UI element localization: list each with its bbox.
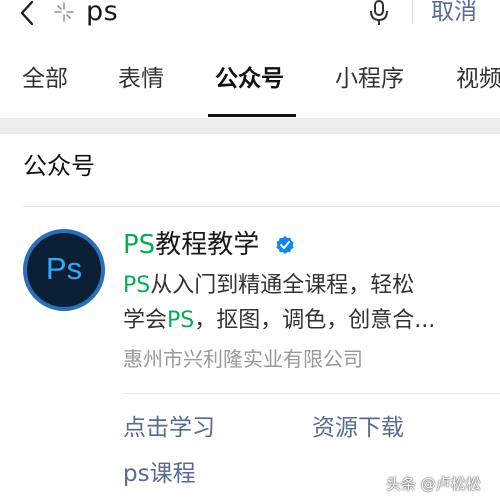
- menu-link-learn[interactable]: 点击学习: [123, 412, 215, 444]
- menu-link-course[interactable]: ps课程: [123, 458, 196, 490]
- tab-bar: 全部 表情 公众号 小程序 视频: [0, 40, 500, 118]
- ps-logo-text: Ps: [45, 251, 83, 286]
- account-name[interactable]: PS教程教学: [123, 228, 259, 262]
- back-icon[interactable]: [16, 0, 38, 28]
- menu-link-download[interactable]: 资源下载: [312, 412, 404, 444]
- description-line-1: PS从入门到精通全课程，轻松: [123, 273, 415, 298]
- watermark: 头条 @卢松松: [386, 475, 481, 493]
- account-company: 惠州市兴利隆实业有限公司: [123, 347, 363, 371]
- mic-icon[interactable]: [368, 0, 390, 26]
- search-divider: [412, 0, 413, 24]
- account-name-rest: 教程教学: [155, 230, 260, 260]
- sparkle-icon: [54, 2, 74, 22]
- card-divider: [123, 393, 500, 394]
- verified-icon: [276, 236, 294, 254]
- section-separator: [0, 118, 500, 134]
- description-line-2: 学会PS，抠图，调色，创意合...: [123, 308, 436, 333]
- account-avatar[interactable]: Ps: [23, 229, 105, 311]
- section-title: 公众号: [23, 152, 95, 180]
- tab-mini-programs[interactable]: 小程序: [335, 64, 404, 94]
- tab-stickers[interactable]: 表情: [118, 64, 164, 94]
- ps-logo-icon: Ps: [27, 233, 101, 307]
- tab-official-accounts[interactable]: 公众号: [215, 64, 284, 94]
- account-name-highlight: PS: [123, 230, 156, 260]
- cancel-button[interactable]: 取消: [431, 0, 477, 30]
- search-input[interactable]: ps: [86, 0, 118, 30]
- tab-videos[interactable]: 视频: [456, 64, 500, 94]
- section-divider: [23, 206, 500, 207]
- account-description: PS从入门到精通全课程，轻松 学会PS，抠图，调色，创意合...: [123, 268, 483, 338]
- tab-all[interactable]: 全部: [22, 64, 68, 94]
- search-bar: ps 取消: [0, 0, 500, 40]
- active-tab-indicator: [208, 114, 296, 117]
